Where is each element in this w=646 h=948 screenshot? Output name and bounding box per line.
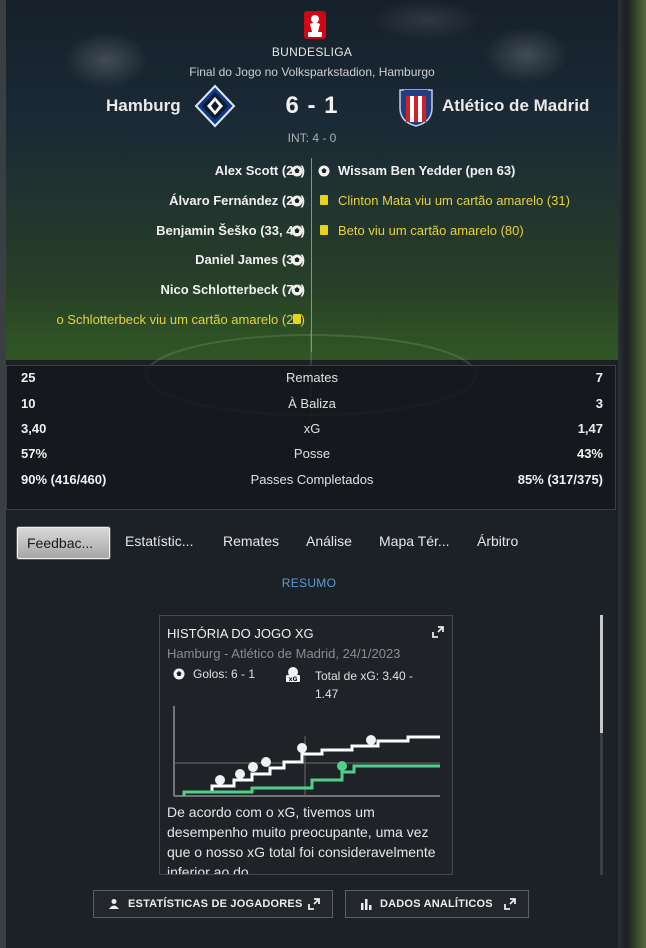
football-icon — [291, 165, 303, 177]
away-team-name[interactable]: Atlético de Madrid — [442, 96, 589, 116]
football-icon — [291, 225, 303, 237]
yellow-card-icon — [320, 195, 328, 205]
bar-chart-icon — [361, 899, 372, 910]
person-icon — [109, 899, 119, 909]
stat-away-value: 85% (317/375) — [517, 472, 603, 487]
analytics-label: DADOS ANALÍTICOS — [380, 898, 493, 910]
summary-heading: RESUMO — [281, 576, 337, 590]
stat-row-passes: 90% (416/460) Passes Completados 85% (31… — [7, 468, 617, 492]
away-event-goal[interactable]: Wissam Ben Yedder (pen 63) — [338, 163, 515, 178]
player-stats-button[interactable]: ESTATÍSTICAS DE JOGADORES — [93, 890, 333, 918]
external-link-icon — [308, 898, 320, 910]
xg-icon: xG — [286, 667, 300, 682]
league-name: BUNDESLIGA — [271, 45, 353, 59]
xg-story-card[interactable]: HISTÓRIA DO JOGO XG Hamburg - Atlético d… — [159, 615, 453, 875]
football-icon — [173, 668, 185, 680]
home-event-goal[interactable]: Daniel James (38) — [195, 252, 305, 267]
match-venue: Final do Jogo no Volksparkstadion, Hambu… — [189, 65, 435, 79]
match-stats-panel: 25 Remates 7 10 À Baliza 3 3,40 xG 1,47 … — [6, 365, 616, 510]
stat-row-shots: 25 Remates 7 — [7, 366, 617, 390]
tab-heat-map[interactable]: Mapa Tér... — [379, 533, 450, 549]
analytics-button[interactable]: DADOS ANALÍTICOS — [345, 890, 529, 918]
home-event-goal[interactable]: Benjamin Šeško (33, 49) — [156, 223, 305, 238]
home-event-goal[interactable]: Álvaro Fernández (29) — [169, 193, 305, 208]
away-event-yellow-card[interactable]: Clinton Mata viu um cartão amarelo (31) — [338, 193, 570, 208]
stat-row-xg: 3,40 xG 1,47 — [7, 417, 617, 441]
stat-away-value: 1,47 — [577, 421, 603, 436]
stat-row-on-target: 10 À Baliza 3 — [7, 392, 617, 416]
card-subtitle: Hamburg - Atlético de Madrid, 24/1/2023 — [167, 646, 401, 661]
window-frame-right — [618, 0, 646, 948]
card-xg-total: Total de xG: 3.40 - 1.47 — [315, 669, 414, 701]
card-goals: Golos: 6 - 1 — [193, 667, 256, 681]
player-stats-label: ESTATÍSTICAS DE JOGADORES — [128, 898, 303, 910]
football-icon — [291, 195, 303, 207]
football-icon — [291, 284, 303, 296]
home-event-goal[interactable]: Nico Schlotterbeck (74) — [161, 282, 306, 297]
stat-label: À Baliza — [288, 396, 336, 411]
stat-away-value: 43% — [576, 446, 603, 461]
events-divider — [311, 158, 312, 352]
stat-label: Posse — [293, 446, 331, 461]
stat-label: xG — [303, 421, 321, 436]
xg-timeline-chart — [173, 706, 440, 797]
football-icon — [291, 254, 303, 266]
home-event-yellow-card[interactable]: o Schlotterbeck viu um cartão amarelo (2… — [56, 312, 305, 327]
tab-shots[interactable]: Remates — [223, 533, 279, 549]
half-time-score: INT: 4 - 0 — [287, 131, 337, 145]
tab-referee[interactable]: Árbitro — [477, 533, 518, 549]
report-tabs: Feedbac... Estatístic... Remates Análise… — [0, 527, 618, 559]
stat-away-value: 3 — [595, 396, 603, 411]
tab-analysis[interactable]: Análise — [306, 533, 352, 549]
football-icon — [318, 165, 330, 177]
away-event-yellow-card[interactable]: Beto viu um cartão amarelo (80) — [338, 223, 524, 238]
stat-row-possession: 57% Posse 43% — [7, 442, 617, 466]
card-commentary: De acordo com o xG, tivemos um desempenh… — [167, 804, 436, 875]
feedback-scrollbar-thumb[interactable] — [600, 615, 603, 733]
tab-feedback[interactable]: Feedbac... — [17, 527, 110, 559]
goal-marker-icons — [215, 735, 376, 785]
yellow-card-icon — [293, 314, 301, 324]
stat-label: Remates — [285, 370, 339, 385]
expand-icon[interactable] — [432, 626, 444, 638]
bundesliga-logo — [304, 11, 326, 39]
atletico-crest-icon[interactable] — [394, 84, 438, 128]
card-title: HISTÓRIA DO JOGO XG — [167, 626, 314, 641]
svg-text:xG: xG — [289, 676, 298, 682]
yellow-card-icon — [320, 225, 328, 235]
tab-statistics[interactable]: Estatístic... — [125, 533, 193, 549]
stat-away-value: 7 — [595, 370, 603, 385]
external-link-icon — [504, 898, 516, 910]
